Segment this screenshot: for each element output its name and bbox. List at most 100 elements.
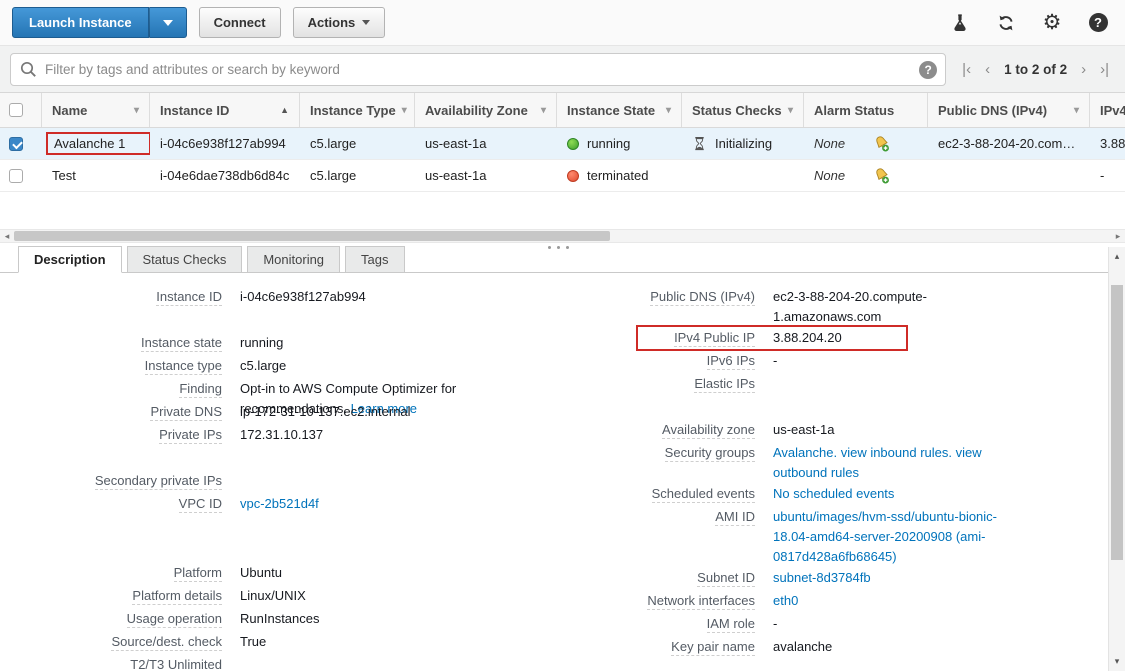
column-header-public-dns[interactable]: Public DNS (IPv4) ▾	[928, 93, 1090, 127]
column-label: Status Checks	[692, 103, 782, 118]
create-alarm-bell-icon[interactable]	[873, 135, 890, 152]
field-value	[240, 471, 490, 493]
value-link[interactable]: eth0	[773, 593, 798, 608]
field-label: Platform	[0, 563, 222, 585]
field-label: IPv6 IPs	[560, 351, 755, 373]
instances-table-body: Avalanche 1 i-04c6e938f127ab994 c5.large…	[0, 128, 1125, 192]
column-header-instance-id[interactable]: Instance ID ▲	[150, 93, 300, 127]
field-label: Finding	[0, 379, 222, 401]
description-row: Private DNS ip-172-31-10-137.ec2.interna…	[0, 402, 500, 424]
vertical-scrollbar[interactable]: ▴ ▾	[1108, 247, 1125, 671]
vertical-scrollbar-thumb[interactable]	[1111, 285, 1123, 560]
table-row[interactable]: Avalanche 1 i-04c6e938f127ab994 c5.large…	[0, 128, 1125, 160]
description-row	[0, 310, 500, 332]
description-row: Public DNS (IPv4) ec2-3-88-204-20.comput…	[560, 287, 1025, 327]
search-help-icon[interactable]: ?	[919, 61, 937, 79]
field-value: us-east-1a	[773, 420, 1013, 442]
column-label: IPv4 Public IP	[1100, 103, 1125, 118]
description-panel: Instance ID i-04c6e938f127ab994	[0, 273, 1125, 671]
filter-dropdown-icon[interactable]: ▾	[660, 105, 671, 116]
column-header-name[interactable]: Name ▾	[42, 93, 150, 127]
launch-instance-button[interactable]: Launch Instance	[12, 7, 149, 38]
description-row: Subnet ID subnet-8d3784fb	[560, 568, 1025, 590]
cell-name: Avalanche 1	[42, 128, 150, 159]
column-header-alarm-status[interactable]: Alarm Status	[804, 93, 928, 127]
value-link[interactable]: No scheduled events	[773, 486, 894, 501]
select-all-checkbox-cell	[0, 93, 42, 127]
refresh-icon[interactable]	[995, 12, 1017, 34]
scroll-up-arrow-icon[interactable]: ▴	[1109, 251, 1125, 262]
tab-description[interactable]: Description	[18, 246, 122, 273]
column-header-availability-zone[interactable]: Availability Zone ▾	[415, 93, 557, 127]
launch-instance-dropdown-button[interactable]	[149, 7, 187, 38]
field-label	[0, 517, 222, 539]
horizontal-scrollbar-thumb[interactable]	[14, 231, 610, 241]
filter-dropdown-icon[interactable]: ▾	[128, 105, 139, 116]
panel-resize-handle[interactable]	[548, 246, 569, 249]
scroll-left-arrow-icon[interactable]: ◂	[0, 230, 14, 242]
value-link[interactable]: vpc-2b521d4f	[240, 496, 319, 511]
instance-state-dot-icon	[567, 138, 579, 150]
description-right-column: Public DNS (IPv4) ec2-3-88-204-20.comput…	[560, 287, 1025, 671]
description-row: VPC ID vpc-2b521d4f	[0, 494, 500, 516]
value-link[interactable]: ubuntu/images/hvm-ssd/ubuntu-bionic-18.0…	[773, 509, 997, 564]
field-label: Private IPs	[0, 425, 222, 447]
toolbar-icons: ⚙ ?	[949, 12, 1113, 34]
help-icon[interactable]: ?	[1087, 12, 1109, 34]
sort-ascending-icon[interactable]: ▲	[274, 105, 289, 115]
cell-alarm-status: None	[804, 128, 928, 159]
field-value	[240, 310, 490, 332]
connect-button[interactable]: Connect	[199, 7, 281, 38]
field-value: ec2-3-88-204-20.compute-1.amazonaws.com	[773, 287, 1013, 327]
filter-dropdown-icon[interactable]: ▾	[535, 105, 546, 116]
select-all-checkbox[interactable]	[9, 103, 23, 117]
value-link[interactable]: Avalanche. view inbound rules. view outb…	[773, 445, 982, 480]
table-row[interactable]: Test i-04e6dae738db6d84c c5.large us-eas…	[0, 160, 1125, 192]
column-label: Instance ID	[160, 103, 229, 118]
scroll-right-arrow-icon[interactable]: ▸	[1111, 230, 1125, 242]
pagination-first-button[interactable]: |‹	[962, 61, 971, 78]
column-header-status-checks[interactable]: Status Checks ▾	[682, 93, 804, 127]
field-value: avalanche	[773, 637, 1013, 659]
filter-search-input[interactable]	[10, 53, 946, 86]
field-label: Instance state	[0, 333, 222, 355]
settings-gear-icon[interactable]: ⚙	[1041, 12, 1063, 34]
description-row: IPv6 IPs -	[560, 351, 1025, 373]
field-value: subnet-8d3784fb	[773, 568, 1013, 590]
row-checkbox[interactable]	[9, 169, 23, 183]
actions-button[interactable]: Actions	[293, 7, 386, 38]
horizontal-scrollbar[interactable]: ◂ ▸	[0, 229, 1125, 243]
field-label: Public DNS (IPv4)	[560, 287, 755, 327]
value-link[interactable]: subnet-8d3784fb	[773, 570, 871, 585]
filter-dropdown-icon[interactable]: ▾	[1068, 105, 1079, 116]
pagination-last-button[interactable]: ›|	[1100, 61, 1109, 78]
column-header-instance-type[interactable]: Instance Type ▾	[300, 93, 415, 127]
tab-status-checks[interactable]: Status Checks	[127, 246, 243, 272]
filter-dropdown-icon[interactable]: ▾	[396, 105, 407, 116]
row-checkbox-cell	[0, 160, 42, 191]
cell-ipv4-public-ip: -	[1090, 160, 1125, 191]
cell-public-dns: ec2-3-88-204-20.compute-1.amazonaws.com	[928, 128, 1090, 159]
field-value: -	[773, 351, 1013, 373]
description-row	[0, 540, 500, 562]
filter-bar: ? |‹ ‹ 1 to 2 of 2 › ›|	[0, 45, 1125, 93]
column-label: Alarm Status	[814, 103, 894, 118]
field-value	[240, 655, 490, 671]
tab-tags[interactable]: Tags	[345, 246, 404, 272]
field-value	[240, 517, 490, 539]
row-checkbox[interactable]	[9, 137, 23, 151]
column-header-instance-state[interactable]: Instance State ▾	[557, 93, 682, 127]
field-label: Elastic IPs	[560, 374, 755, 396]
column-header-ipv4-public-ip[interactable]: IPv4 Public IP	[1090, 93, 1125, 127]
pagination-prev-button[interactable]: ‹	[985, 61, 990, 78]
field-label	[0, 448, 222, 470]
scroll-down-arrow-icon[interactable]: ▾	[1109, 656, 1125, 667]
field-value: running	[240, 333, 490, 355]
create-alarm-bell-icon[interactable]	[873, 167, 890, 184]
pagination-next-button[interactable]: ›	[1081, 61, 1086, 78]
filter-dropdown-icon[interactable]: ▾	[782, 105, 793, 116]
description-row: Finding Opt-in to AWS Compute Optimizer …	[0, 379, 500, 401]
tab-monitoring[interactable]: Monitoring	[247, 246, 340, 272]
experiments-beaker-icon[interactable]	[949, 12, 971, 34]
cell-alarm-status: None	[804, 160, 928, 191]
